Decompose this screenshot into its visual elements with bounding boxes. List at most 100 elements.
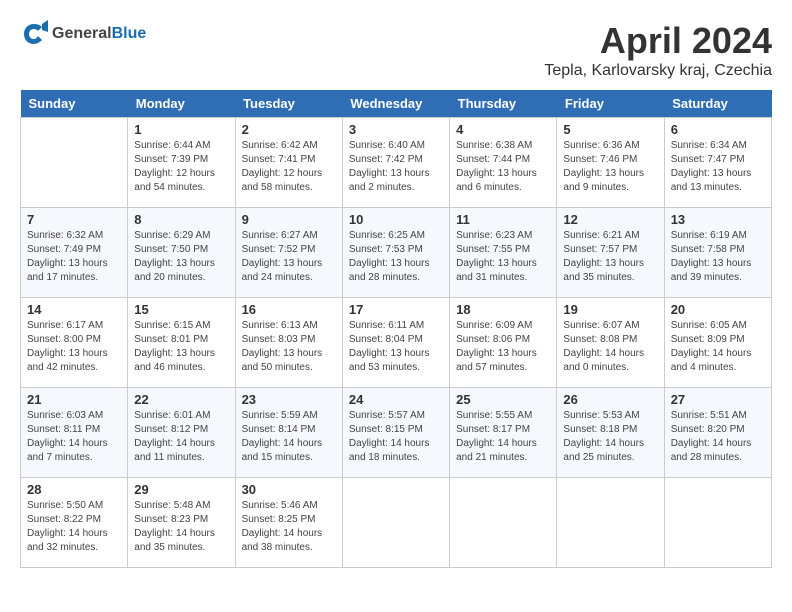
day-info: Sunrise: 6:03 AM Sunset: 8:11 PM Dayligh… — [27, 409, 121, 465]
logo-general: General — [52, 25, 112, 43]
day-info: Sunrise: 6:09 AM Sunset: 8:06 PM Dayligh… — [456, 319, 550, 375]
title-area: April 2024 Tepla, Karlovarsky kraj, Czec… — [544, 20, 772, 80]
calendar-cell: 7 Sunrise: 6:32 AM Sunset: 7:49 PM Dayli… — [21, 208, 128, 298]
logo: GeneralBlue — [20, 20, 146, 48]
week-row-4: 21 Sunrise: 6:03 AM Sunset: 8:11 PM Dayl… — [21, 388, 772, 478]
calendar-cell: 29 Sunrise: 5:48 AM Sunset: 8:23 PM Dayl… — [128, 478, 235, 568]
calendar-cell — [450, 478, 557, 568]
day-number: 15 — [134, 302, 228, 317]
calendar-cell: 14 Sunrise: 6:17 AM Sunset: 8:00 PM Dayl… — [21, 298, 128, 388]
weekday-header-monday: Monday — [128, 90, 235, 118]
day-number: 17 — [349, 302, 443, 317]
page-header: GeneralBlue April 2024 Tepla, Karlovarsk… — [20, 20, 772, 80]
calendar-cell: 15 Sunrise: 6:15 AM Sunset: 8:01 PM Dayl… — [128, 298, 235, 388]
calendar-cell: 2 Sunrise: 6:42 AM Sunset: 7:41 PM Dayli… — [235, 118, 342, 208]
calendar-cell: 23 Sunrise: 5:59 AM Sunset: 8:14 PM Dayl… — [235, 388, 342, 478]
day-number: 26 — [563, 392, 657, 407]
day-number: 20 — [671, 302, 765, 317]
week-row-1: 1 Sunrise: 6:44 AM Sunset: 7:39 PM Dayli… — [21, 118, 772, 208]
logo-icon — [20, 20, 48, 48]
day-number: 22 — [134, 392, 228, 407]
month-title: April 2024 — [544, 20, 772, 62]
day-number: 16 — [242, 302, 336, 317]
calendar-cell: 11 Sunrise: 6:23 AM Sunset: 7:55 PM Dayl… — [450, 208, 557, 298]
calendar-cell — [664, 478, 771, 568]
day-info: Sunrise: 6:15 AM Sunset: 8:01 PM Dayligh… — [134, 319, 228, 375]
week-row-5: 28 Sunrise: 5:50 AM Sunset: 8:22 PM Dayl… — [21, 478, 772, 568]
day-number: 29 — [134, 482, 228, 497]
day-info: Sunrise: 5:59 AM Sunset: 8:14 PM Dayligh… — [242, 409, 336, 465]
calendar-cell: 1 Sunrise: 6:44 AM Sunset: 7:39 PM Dayli… — [128, 118, 235, 208]
calendar-cell: 13 Sunrise: 6:19 AM Sunset: 7:58 PM Dayl… — [664, 208, 771, 298]
day-info: Sunrise: 5:55 AM Sunset: 8:17 PM Dayligh… — [456, 409, 550, 465]
calendar-cell: 4 Sunrise: 6:38 AM Sunset: 7:44 PM Dayli… — [450, 118, 557, 208]
calendar-cell: 16 Sunrise: 6:13 AM Sunset: 8:03 PM Dayl… — [235, 298, 342, 388]
day-info: Sunrise: 5:48 AM Sunset: 8:23 PM Dayligh… — [134, 499, 228, 555]
day-info: Sunrise: 6:23 AM Sunset: 7:55 PM Dayligh… — [456, 229, 550, 285]
day-number: 25 — [456, 392, 550, 407]
day-info: Sunrise: 6:05 AM Sunset: 8:09 PM Dayligh… — [671, 319, 765, 375]
weekday-header-tuesday: Tuesday — [235, 90, 342, 118]
calendar-cell — [342, 478, 449, 568]
day-number: 30 — [242, 482, 336, 497]
calendar-cell: 28 Sunrise: 5:50 AM Sunset: 8:22 PM Dayl… — [21, 478, 128, 568]
weekday-header-sunday: Sunday — [21, 90, 128, 118]
day-number: 9 — [242, 212, 336, 227]
calendar-cell: 26 Sunrise: 5:53 AM Sunset: 8:18 PM Dayl… — [557, 388, 664, 478]
calendar-cell: 20 Sunrise: 6:05 AM Sunset: 8:09 PM Dayl… — [664, 298, 771, 388]
calendar-cell: 18 Sunrise: 6:09 AM Sunset: 8:06 PM Dayl… — [450, 298, 557, 388]
calendar-cell — [21, 118, 128, 208]
calendar-cell: 27 Sunrise: 5:51 AM Sunset: 8:20 PM Dayl… — [664, 388, 771, 478]
day-info: Sunrise: 6:19 AM Sunset: 7:58 PM Dayligh… — [671, 229, 765, 285]
calendar-table: SundayMondayTuesdayWednesdayThursdayFrid… — [20, 90, 772, 568]
day-number: 18 — [456, 302, 550, 317]
calendar-cell: 6 Sunrise: 6:34 AM Sunset: 7:47 PM Dayli… — [664, 118, 771, 208]
day-info: Sunrise: 6:29 AM Sunset: 7:50 PM Dayligh… — [134, 229, 228, 285]
day-info: Sunrise: 5:51 AM Sunset: 8:20 PM Dayligh… — [671, 409, 765, 465]
day-info: Sunrise: 6:42 AM Sunset: 7:41 PM Dayligh… — [242, 139, 336, 195]
day-info: Sunrise: 5:57 AM Sunset: 8:15 PM Dayligh… — [349, 409, 443, 465]
calendar-cell: 9 Sunrise: 6:27 AM Sunset: 7:52 PM Dayli… — [235, 208, 342, 298]
weekday-header-thursday: Thursday — [450, 90, 557, 118]
calendar-cell: 22 Sunrise: 6:01 AM Sunset: 8:12 PM Dayl… — [128, 388, 235, 478]
calendar-cell: 8 Sunrise: 6:29 AM Sunset: 7:50 PM Dayli… — [128, 208, 235, 298]
location-title: Tepla, Karlovarsky kraj, Czechia — [544, 62, 772, 80]
day-number: 13 — [671, 212, 765, 227]
day-number: 8 — [134, 212, 228, 227]
week-row-3: 14 Sunrise: 6:17 AM Sunset: 8:00 PM Dayl… — [21, 298, 772, 388]
day-number: 12 — [563, 212, 657, 227]
calendar-cell: 25 Sunrise: 5:55 AM Sunset: 8:17 PM Dayl… — [450, 388, 557, 478]
day-number: 27 — [671, 392, 765, 407]
day-info: Sunrise: 6:11 AM Sunset: 8:04 PM Dayligh… — [349, 319, 443, 375]
weekday-header-saturday: Saturday — [664, 90, 771, 118]
day-number: 6 — [671, 122, 765, 137]
calendar-cell: 10 Sunrise: 6:25 AM Sunset: 7:53 PM Dayl… — [342, 208, 449, 298]
day-info: Sunrise: 6:17 AM Sunset: 8:00 PM Dayligh… — [27, 319, 121, 375]
calendar-cell: 30 Sunrise: 5:46 AM Sunset: 8:25 PM Dayl… — [235, 478, 342, 568]
day-info: Sunrise: 6:25 AM Sunset: 7:53 PM Dayligh… — [349, 229, 443, 285]
day-info: Sunrise: 6:21 AM Sunset: 7:57 PM Dayligh… — [563, 229, 657, 285]
day-number: 19 — [563, 302, 657, 317]
calendar-cell: 5 Sunrise: 6:36 AM Sunset: 7:46 PM Dayli… — [557, 118, 664, 208]
day-info: Sunrise: 6:34 AM Sunset: 7:47 PM Dayligh… — [671, 139, 765, 195]
day-number: 24 — [349, 392, 443, 407]
day-number: 5 — [563, 122, 657, 137]
weekday-header-wednesday: Wednesday — [342, 90, 449, 118]
day-number: 14 — [27, 302, 121, 317]
day-info: Sunrise: 6:44 AM Sunset: 7:39 PM Dayligh… — [134, 139, 228, 195]
weekday-header-row: SundayMondayTuesdayWednesdayThursdayFrid… — [21, 90, 772, 118]
calendar-cell: 3 Sunrise: 6:40 AM Sunset: 7:42 PM Dayli… — [342, 118, 449, 208]
day-info: Sunrise: 6:01 AM Sunset: 8:12 PM Dayligh… — [134, 409, 228, 465]
day-number: 21 — [27, 392, 121, 407]
day-number: 1 — [134, 122, 228, 137]
day-number: 2 — [242, 122, 336, 137]
day-number: 28 — [27, 482, 121, 497]
day-info: Sunrise: 6:40 AM Sunset: 7:42 PM Dayligh… — [349, 139, 443, 195]
day-number: 11 — [456, 212, 550, 227]
day-number: 23 — [242, 392, 336, 407]
calendar-cell — [557, 478, 664, 568]
calendar-cell: 17 Sunrise: 6:11 AM Sunset: 8:04 PM Dayl… — [342, 298, 449, 388]
logo-blue: Blue — [112, 25, 147, 43]
day-info: Sunrise: 6:13 AM Sunset: 8:03 PM Dayligh… — [242, 319, 336, 375]
day-info: Sunrise: 5:46 AM Sunset: 8:25 PM Dayligh… — [242, 499, 336, 555]
